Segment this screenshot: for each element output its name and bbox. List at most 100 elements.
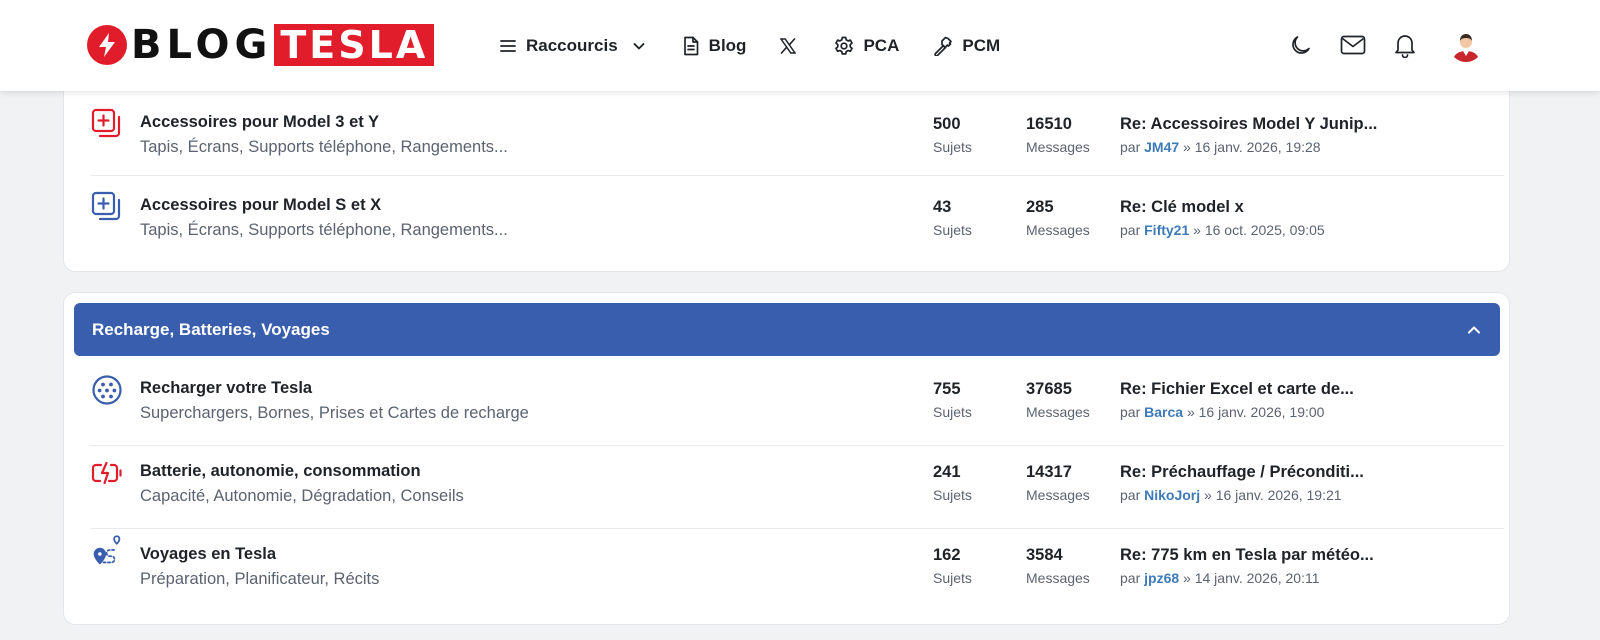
- last-post-meta: par Barca » 16 janv. 2026, 19:00: [1120, 404, 1324, 420]
- forum-row: Accessoires pour Model S et X Tapis, Écr…: [64, 191, 1511, 274]
- posts-count: 3584: [1026, 546, 1063, 564]
- forum-row: Voyages en Tesla Préparation, Planificat…: [64, 535, 1511, 629]
- nav-pca-label: PCA: [863, 36, 900, 55]
- posts-label: Messages: [1026, 139, 1090, 155]
- posts-label: Messages: [1026, 487, 1090, 503]
- by-label: par: [1120, 404, 1141, 420]
- last-post-date: » 14 janv. 2026, 20:11: [1183, 570, 1320, 586]
- last-post-meta: par jpz68 » 14 janv. 2026, 20:11: [1120, 570, 1320, 586]
- logo-text-blog: BLOG: [131, 22, 273, 68]
- hammer-icon: [934, 36, 953, 56]
- last-post-date: » 16 oct. 2025, 09:05: [1193, 222, 1325, 238]
- posts-label: Messages: [1026, 222, 1090, 238]
- user-avatar[interactable]: [1449, 28, 1483, 62]
- forum-category-card: Recharge, Batteries, Voyages Recharger v…: [63, 292, 1510, 625]
- row-divider: [91, 175, 1504, 176]
- last-post-date: » 16 janv. 2026, 19:28: [1183, 139, 1321, 155]
- last-post-link[interactable]: Re: 775 km en Tesla par météo...: [1120, 546, 1374, 565]
- site-logo[interactable]: BLOG TESLA: [87, 22, 435, 68]
- nav-pcm-link[interactable]: PCM: [933, 36, 1000, 56]
- last-post-link[interactable]: Re: Préchauffage / Préconditi...: [1120, 463, 1364, 482]
- dark-mode-toggle[interactable]: [1287, 28, 1315, 62]
- forum-title-link[interactable]: Accessoires pour Model S et X: [140, 196, 381, 215]
- nav-raccourcis-dropdown[interactable]: Raccourcis: [499, 36, 646, 56]
- chevron-down-icon: [633, 43, 645, 50]
- last-post-meta: par JM47 » 16 janv. 2026, 19:28: [1120, 139, 1321, 155]
- last-post-date: » 16 janv. 2026, 19:21: [1204, 487, 1342, 503]
- ev-plug-icon: [92, 375, 122, 405]
- chevron-up-icon[interactable]: [1466, 322, 1482, 338]
- last-post-link[interactable]: Re: Accessoires Model Y Junip...: [1120, 115, 1377, 134]
- last-post-date: » 16 janv. 2026, 19:00: [1186, 404, 1325, 420]
- notifications-button[interactable]: [1391, 28, 1419, 62]
- forum-description: Tapis, Écrans, Supports téléphone, Range…: [140, 221, 508, 239]
- last-post-user-link[interactable]: Fifty21: [1144, 222, 1189, 238]
- last-post-link[interactable]: Re: Clé model x: [1120, 198, 1244, 217]
- header-actions: [1287, 28, 1483, 62]
- nav-x-link[interactable]: [780, 38, 797, 54]
- moon-icon: [1292, 36, 1310, 54]
- topics-count: 43: [933, 198, 952, 216]
- posts-count: 37685: [1026, 380, 1072, 398]
- forum-title-link[interactable]: Voyages en Tesla: [140, 545, 276, 564]
- forum-description: Capacité, Autonomie, Dégradation, Consei…: [140, 487, 464, 505]
- topics-label: Sujets: [933, 139, 972, 155]
- topics-count: 241: [933, 463, 961, 481]
- topics-label: Sujets: [933, 570, 972, 586]
- forum-category-card: Accessoires pour Model 3 et Y Tapis, Écr…: [63, 60, 1510, 272]
- topics-label: Sujets: [933, 222, 972, 238]
- nav-blog-label: Blog: [708, 36, 747, 55]
- last-post-user-link[interactable]: NikoJorj: [1144, 487, 1200, 503]
- battery-charging-icon: [91, 461, 122, 485]
- last-post-meta: par Fifty21 » 16 oct. 2025, 09:05: [1120, 222, 1325, 238]
- document-icon: [683, 36, 699, 56]
- plus-copy-icon: [91, 191, 121, 221]
- forum-title-link[interactable]: Accessoires pour Model 3 et Y: [140, 113, 379, 132]
- nav-raccourcis-label: Raccourcis: [526, 36, 618, 55]
- nav-pca-link[interactable]: PCA: [834, 36, 899, 56]
- posts-label: Messages: [1026, 570, 1090, 586]
- route-icon: [93, 535, 121, 565]
- x-logo-icon: [780, 38, 797, 54]
- gear-icon: [835, 36, 854, 55]
- lightning-bolt-icon: [87, 25, 127, 65]
- category-title: Recharge, Batteries, Voyages: [92, 319, 330, 339]
- topics-label: Sujets: [933, 487, 972, 503]
- topics-count: 162: [933, 546, 961, 564]
- logo-text-tesla: TESLA: [274, 24, 435, 66]
- nav-pcm-label: PCM: [962, 36, 1001, 55]
- row-divider: [91, 445, 1504, 446]
- user-avatar-icon: [1449, 28, 1483, 62]
- forum-title-link[interactable]: Recharger votre Tesla: [140, 379, 312, 398]
- forum-title-link[interactable]: Batterie, autonomie, consommation: [140, 462, 421, 481]
- mail-icon: [1340, 35, 1366, 55]
- site-header: BLOG TESLA Raccourcis Blog PCA PCM: [0, 0, 1600, 91]
- main-nav: Raccourcis Blog PCA PCM: [499, 30, 1000, 62]
- forum-row: Batterie, autonomie, consommation Capaci…: [64, 461, 1511, 546]
- plus-copy-icon: [91, 108, 121, 138]
- forum-row: Recharger votre Tesla Superchargers, Bor…: [64, 375, 1511, 463]
- by-label: par: [1120, 487, 1141, 503]
- category-header[interactable]: Recharge, Batteries, Voyages: [74, 303, 1500, 356]
- row-divider: [91, 528, 1504, 529]
- menu-icon: [500, 40, 516, 52]
- topics-count: 755: [933, 380, 961, 398]
- posts-count: 285: [1026, 198, 1054, 216]
- forum-row: Accessoires pour Model 3 et Y Tapis, Écr…: [64, 108, 1511, 191]
- posts-count: 16510: [1026, 115, 1072, 133]
- by-label: par: [1120, 139, 1141, 155]
- last-post-user-link[interactable]: Barca: [1144, 404, 1183, 420]
- by-label: par: [1120, 570, 1141, 586]
- forum-description: Superchargers, Bornes, Prises et Cartes …: [140, 404, 529, 422]
- messages-button[interactable]: [1339, 28, 1367, 62]
- by-label: par: [1120, 222, 1141, 238]
- last-post-user-link[interactable]: jpz68: [1144, 570, 1179, 586]
- topics-count: 500: [933, 115, 961, 133]
- last-post-link[interactable]: Re: Fichier Excel et carte de...: [1120, 380, 1354, 399]
- forum-description: Tapis, Écrans, Supports téléphone, Range…: [140, 138, 508, 156]
- nav-blog-link[interactable]: Blog: [682, 36, 747, 56]
- posts-count: 14317: [1026, 463, 1072, 481]
- last-post-meta: par NikoJorj » 16 janv. 2026, 19:21: [1120, 487, 1342, 503]
- posts-label: Messages: [1026, 404, 1090, 420]
- last-post-user-link[interactable]: JM47: [1144, 139, 1179, 155]
